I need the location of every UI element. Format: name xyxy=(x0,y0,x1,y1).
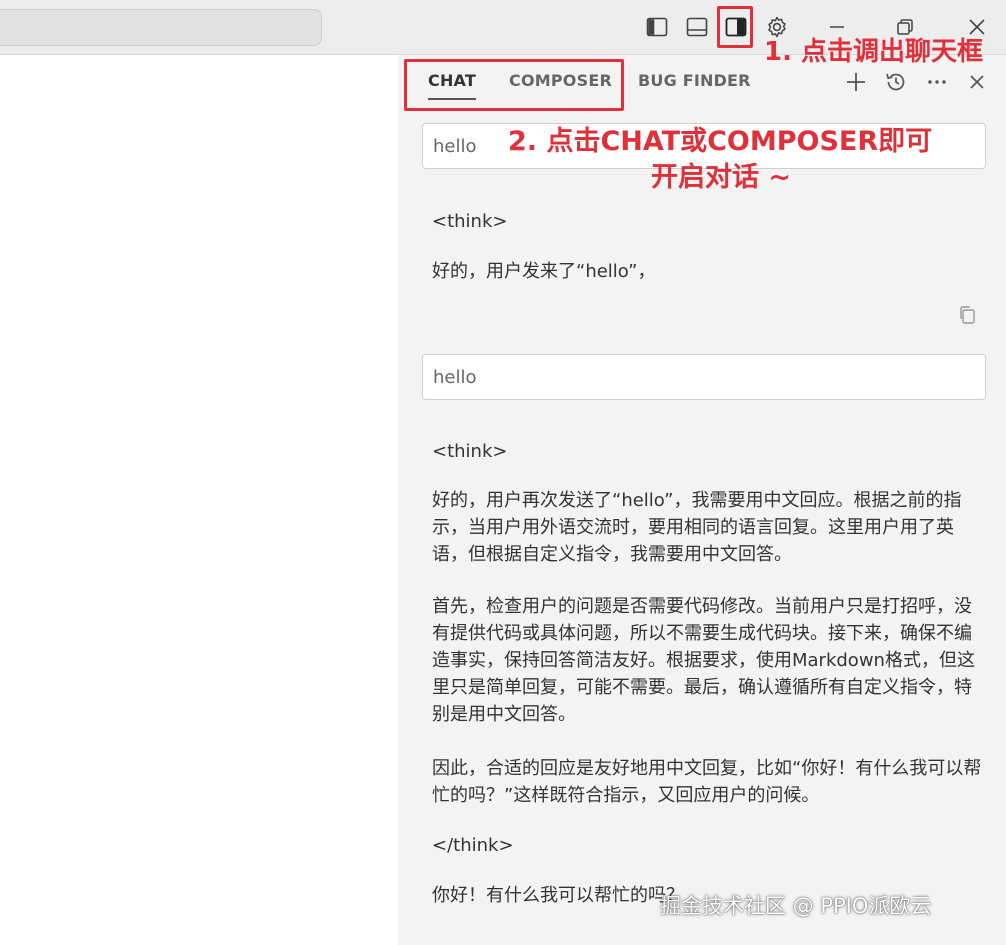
layout-panel-bottom-icon[interactable] xyxy=(683,13,711,41)
history-icon[interactable] xyxy=(883,69,909,95)
think-open-tag: <think> xyxy=(432,441,508,462)
reasoning-paragraph: 首先，检查用户的问题是否需要代码修改。当前用户只是打招呼，没有提供代码或具体问题… xyxy=(432,596,975,725)
more-icon[interactable] xyxy=(924,69,950,95)
tab-bug-finder[interactable]: BUG FINDER xyxy=(638,71,751,90)
user-message[interactable]: hello xyxy=(422,354,986,400)
assistant-reply: 好的，用户发来了“hello”， xyxy=(432,261,656,282)
copy-icon[interactable] xyxy=(956,304,978,326)
close-icon[interactable] xyxy=(964,69,990,95)
sidebar-toggle-highlight xyxy=(717,6,753,48)
editor-area xyxy=(0,55,398,945)
reasoning-paragraph: 因此，合适的回应是友好地用中文回复，比如“你好！有什么我可以帮忙的吗？”这样既符… xyxy=(432,758,982,806)
annotation-step2-line2: 开启对话 ~ xyxy=(651,162,792,193)
layout-sidebar-left-icon[interactable] xyxy=(643,13,671,41)
plus-icon[interactable] xyxy=(843,69,869,95)
watermark: 掘金技术社区 @ PPIO派欧云 xyxy=(660,894,932,918)
annotation-step1: 1. 点击调出聊天框 xyxy=(764,37,984,67)
reasoning-paragraph: 好的，用户再次发送了“hello”，我需要用中文回应。根据之前的指示，当用户用外… xyxy=(432,490,962,565)
think-open-tag: <think> xyxy=(432,211,508,232)
think-close-tag: </think> xyxy=(432,835,514,856)
annotation-step2-line1: 2. 点击CHAT或COMPOSER即可 xyxy=(508,126,933,157)
tabs-highlight xyxy=(404,59,624,111)
command-center-search[interactable] xyxy=(0,9,322,46)
